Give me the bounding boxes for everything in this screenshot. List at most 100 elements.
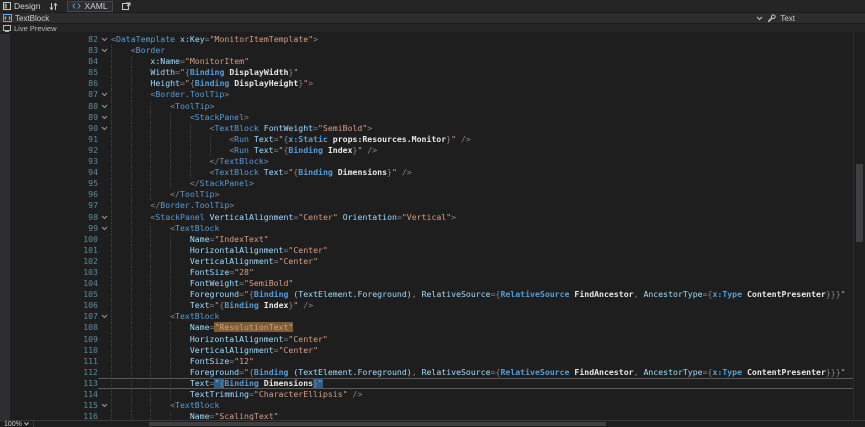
code-line[interactable]: 107<TextBlock [0,311,865,322]
code-line[interactable]: 111FontSize="12" [0,356,865,367]
fold-toggle-icon[interactable] [98,101,111,112]
vertical-scrollbar[interactable] [853,32,865,420]
glyph-margin[interactable] [0,289,10,300]
code-text[interactable]: Foreground="{Binding (TextElement.Foregr… [111,289,865,300]
glyph-margin[interactable] [0,400,10,411]
code-text[interactable]: <Border [111,45,865,56]
code-line[interactable]: 106Text="{Binding Index}" /> [0,300,865,311]
glyph-margin[interactable] [0,389,10,400]
glyph-margin[interactable] [0,34,10,45]
code-line[interactable]: 97</Border.ToolTip> [0,200,865,211]
glyph-margin[interactable] [0,322,10,333]
code-line[interactable]: 110VerticalAlignment="Center" [0,345,865,356]
glyph-margin[interactable] [0,112,10,123]
chevron-down-icon[interactable] [756,16,763,21]
code-text[interactable]: Foreground="{Binding (TextElement.Foregr… [111,367,865,378]
popout-window-icon[interactable] [122,2,131,10]
glyph-margin[interactable] [0,356,10,367]
code-text[interactable]: Width="{Binding DisplayWidth}" [111,67,865,78]
glyph-margin[interactable] [0,89,10,100]
glyph-margin[interactable] [0,134,10,145]
glyph-margin[interactable] [0,334,10,345]
code-text[interactable]: Text="{Binding Dimensions}" [111,378,865,389]
fold-toggle-icon[interactable] [98,89,111,100]
code-line[interactable]: 115<TextBlock [0,400,865,411]
code-text[interactable]: x:Name="MonitorItem" [111,56,865,67]
glyph-margin[interactable] [0,345,10,356]
code-editor[interactable]: 82<DataTemplate x:Key="MonitorItemTempla… [0,32,865,427]
glyph-margin[interactable] [0,200,10,211]
fold-toggle-icon[interactable] [98,123,111,134]
code-text[interactable]: HorizontalAlignment="Center" [111,334,865,345]
zoom-control[interactable]: 100% [0,421,34,427]
glyph-margin[interactable] [0,311,10,322]
tab-xaml[interactable]: XAML [67,1,112,12]
fold-toggle-icon[interactable] [98,212,111,223]
code-line[interactable]: 84x:Name="MonitorItem" [0,56,865,67]
fold-toggle-icon[interactable] [98,45,111,56]
code-text[interactable]: <TextBlock [111,223,865,234]
code-line[interactable]: 114TextTrimming="CharacterEllipsis" /> [0,389,865,400]
code-text[interactable]: </StackPanel> [111,178,865,189]
code-line[interactable]: 108Name="ResolutionText" [0,322,865,333]
fold-toggle-icon[interactable] [98,223,111,234]
code-text[interactable]: <ToolTip> [111,101,865,112]
code-text[interactable]: </ToolTip> [111,189,865,200]
glyph-margin[interactable] [0,278,10,289]
code-line[interactable]: 92<Run Text="{Binding Index}" /> [0,145,865,156]
code-text[interactable]: FontSize="28" [111,267,865,278]
code-line[interactable]: 112Foreground="{Binding (TextElement.For… [0,367,865,378]
code-line[interactable]: 86Height="{Binding DisplayHeight}"> [0,78,865,89]
code-text[interactable]: <DataTemplate x:Key="MonitorItemTemplate… [111,34,865,45]
code-line[interactable]: 95</StackPanel> [0,178,865,189]
code-text[interactable]: FontWeight="SemiBold" [111,278,865,289]
code-line[interactable]: 99<TextBlock [0,223,865,234]
code-line[interactable]: 93</TextBlock> [0,156,865,167]
glyph-margin[interactable] [0,245,10,256]
code-line[interactable]: 82<DataTemplate x:Key="MonitorItemTempla… [0,34,865,45]
code-line[interactable]: 91<Run Text="{x:Static props:Resources.M… [0,134,865,145]
code-line[interactable]: 103FontSize="28" [0,267,865,278]
code-text[interactable]: TextTrimming="CharacterEllipsis" /> [111,389,865,400]
code-text[interactable]: <Border.ToolTip> [111,89,865,100]
code-line[interactable]: 100Name="IndexText" [0,234,865,245]
code-line[interactable]: 89<StackPanel> [0,112,865,123]
fold-toggle-icon[interactable] [98,400,111,411]
glyph-margin[interactable] [0,300,10,311]
code-line[interactable]: 109HorizontalAlignment="Center" [0,334,865,345]
tab-design[interactable]: Design [3,1,40,11]
glyph-margin[interactable] [0,67,10,78]
code-text[interactable]: </TextBlock> [111,156,865,167]
code-text[interactable]: <TextBlock [111,400,865,411]
code-text[interactable]: Name="ResolutionText" [111,322,865,333]
code-line[interactable]: 105Foreground="{Binding (TextElement.For… [0,289,865,300]
code-line[interactable]: 94<TextBlock Text="{Binding Dimensions}"… [0,167,865,178]
code-text[interactable]: HorizontalAlignment="Center" [111,245,865,256]
glyph-margin[interactable] [0,101,10,112]
glyph-margin[interactable] [0,156,10,167]
code-line[interactable]: 85Width="{Binding DisplayWidth}" [0,67,865,78]
code-line[interactable]: 104FontWeight="SemiBold" [0,278,865,289]
code-text[interactable]: VerticalAlignment="Center" [111,345,865,356]
fold-toggle-icon[interactable] [98,311,111,322]
code-text[interactable]: <TextBlock Text="{Binding Dimensions}" /… [111,167,865,178]
fold-toggle-icon[interactable] [98,34,111,45]
vertical-scrollbar-thumb[interactable] [856,164,863,242]
glyph-margin[interactable] [0,212,10,223]
code-text[interactable]: FontSize="12" [111,356,865,367]
code-text[interactable]: <StackPanel VerticalAlignment="Center" O… [111,212,865,223]
glyph-margin[interactable] [0,378,10,389]
code-line[interactable]: 90<TextBlock FontWeight="SemiBold"> [0,123,865,134]
code-line[interactable]: 102VerticalAlignment="Center" [0,256,865,267]
horizontal-scrollbar-thumb[interactable] [149,422,606,426]
fold-toggle-icon[interactable] [98,112,111,123]
glyph-margin[interactable] [0,167,10,178]
code-line[interactable]: 87<Border.ToolTip> [0,89,865,100]
code-text[interactable]: Height="{Binding DisplayHeight}"> [111,78,865,89]
code-text[interactable]: <Run Text="{x:Static props:Resources.Mon… [111,134,865,145]
glyph-margin[interactable] [0,45,10,56]
glyph-margin[interactable] [0,223,10,234]
code-text[interactable]: <Run Text="{Binding Index}" /> [111,145,865,156]
swap-panes-icon[interactable] [49,2,58,11]
glyph-margin[interactable] [0,178,10,189]
